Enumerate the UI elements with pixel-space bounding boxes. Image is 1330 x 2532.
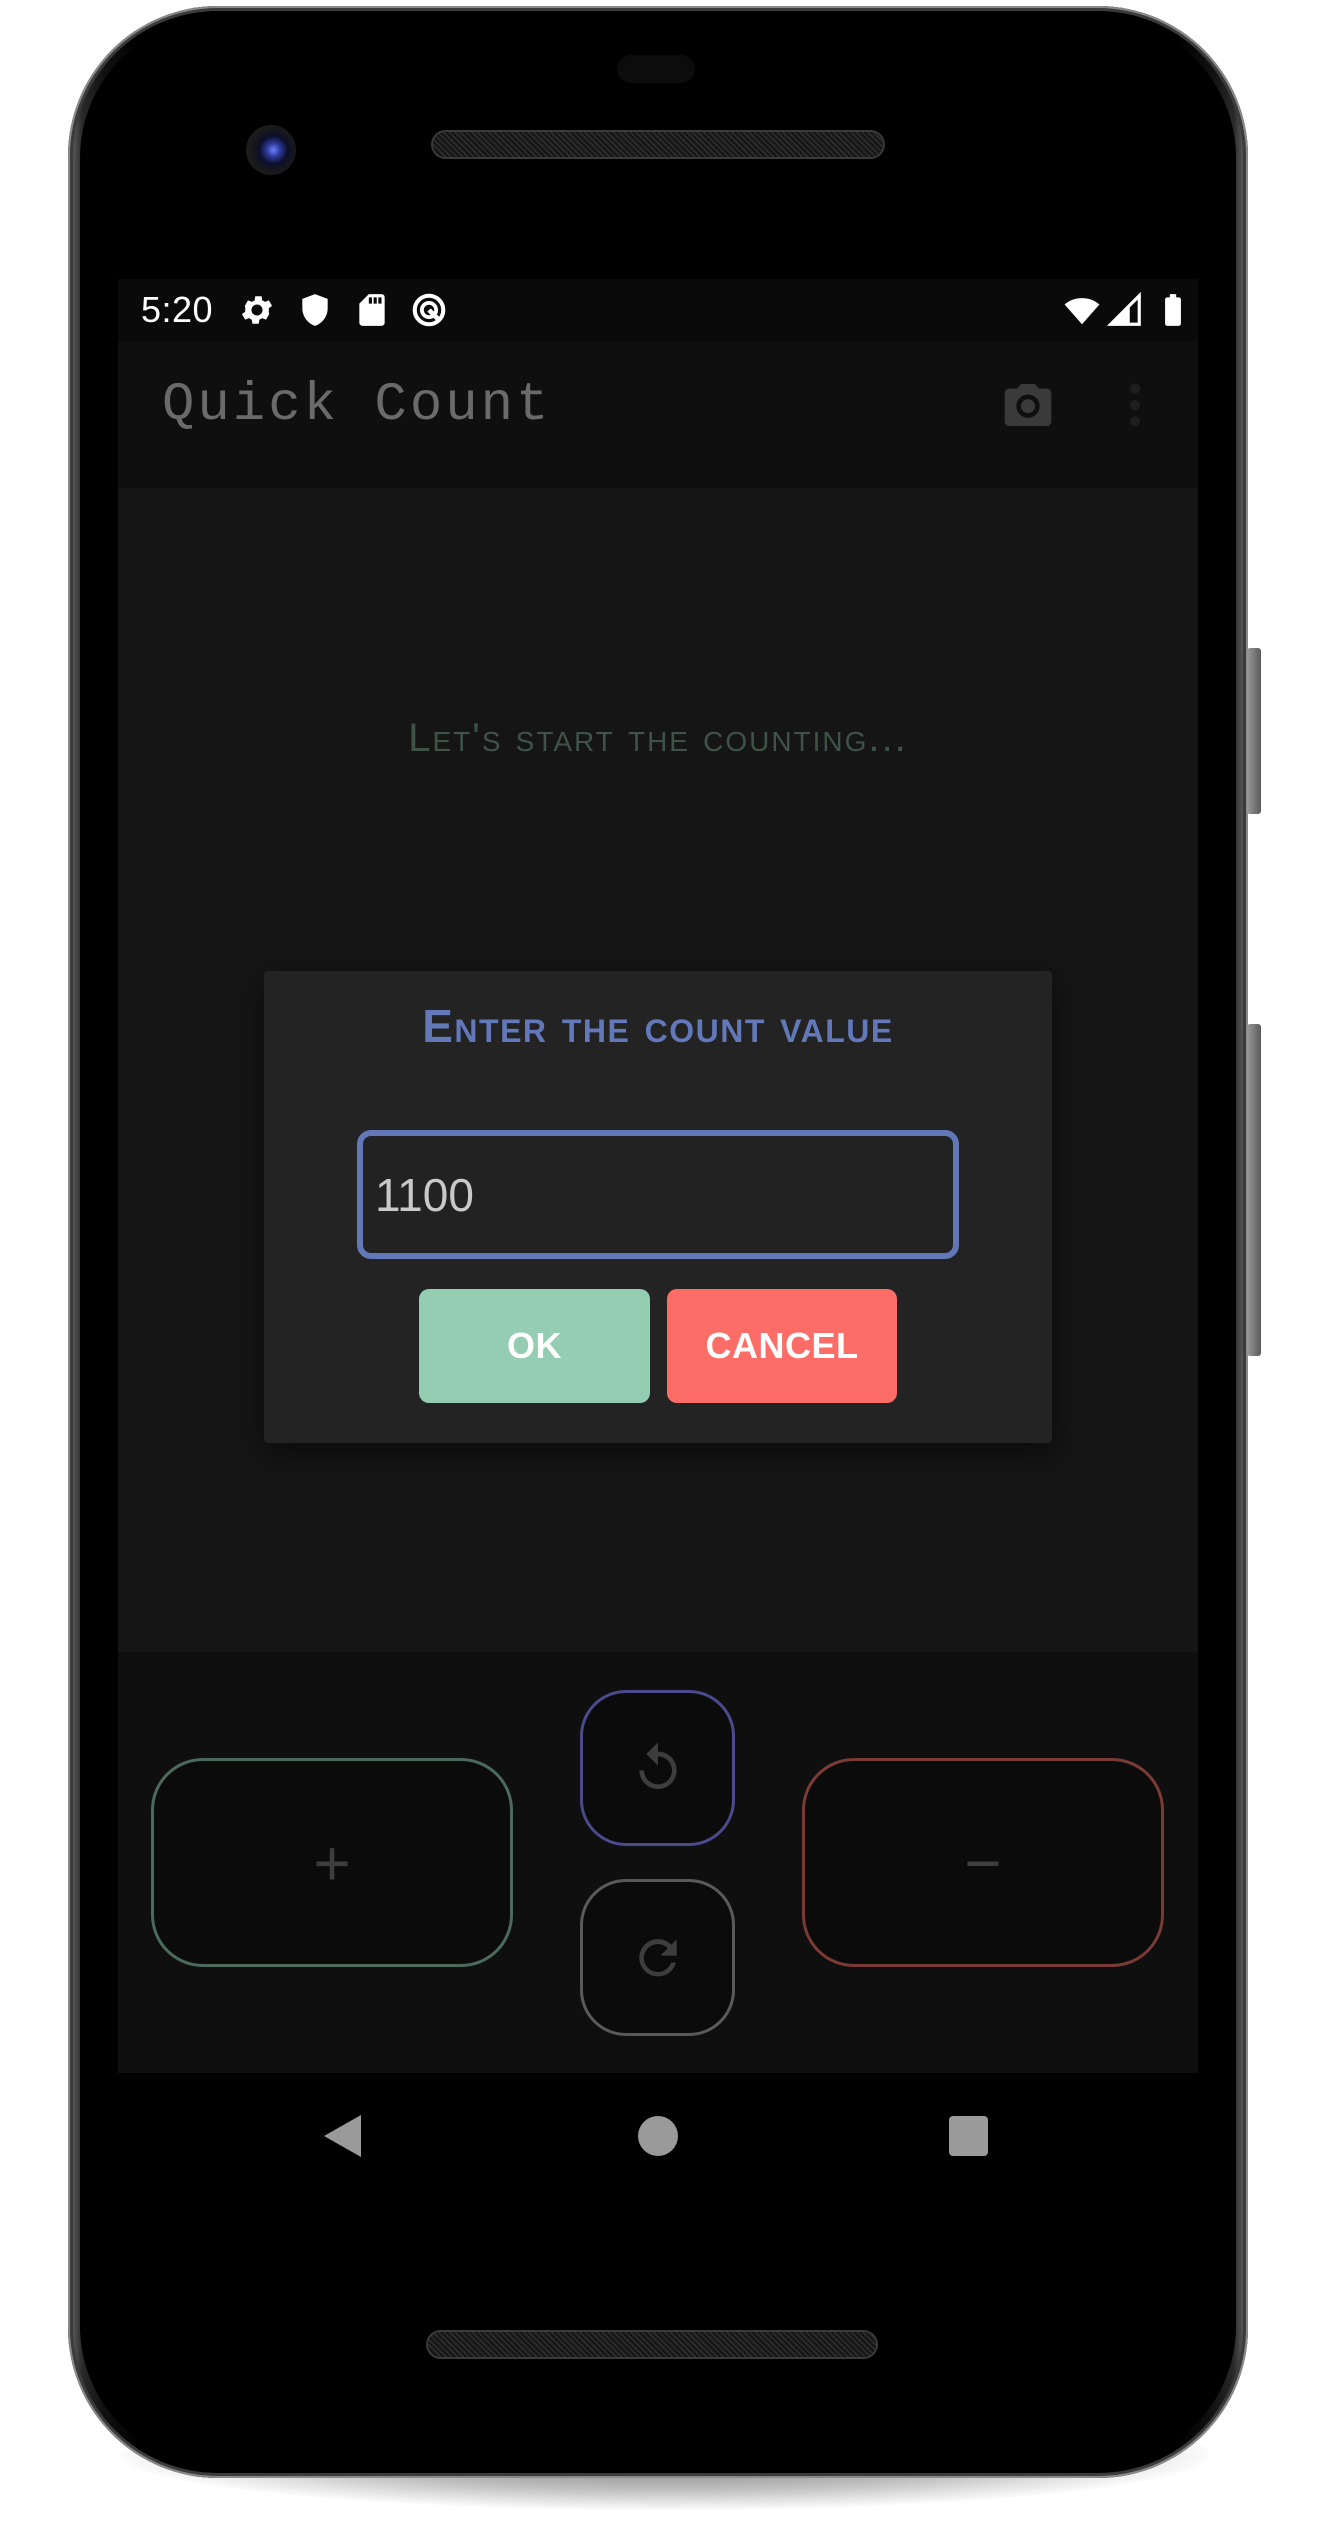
count-value-dialog: Enter the count value OK CANCEL (264, 971, 1052, 1443)
status-bar: 5:20 (118, 279, 1198, 341)
undo-button[interactable] (580, 1690, 735, 1846)
cancel-button[interactable]: CANCEL (667, 1289, 897, 1403)
wifi-icon (1064, 298, 1100, 325)
settings-icon (241, 296, 273, 324)
screen: 5:20 Quick Count Let's start the countin… (118, 279, 1198, 2073)
volume-rocker (1247, 1024, 1261, 1356)
more-vert-icon[interactable] (1120, 377, 1150, 433)
bottom-speaker (428, 2332, 876, 2357)
camera-icon[interactable] (1000, 377, 1056, 433)
decrement-button[interactable]: − (802, 1758, 1164, 1967)
ok-button[interactable]: OK (419, 1289, 650, 1403)
status-time: 5:20 (141, 289, 214, 330)
undo-icon (638, 1742, 677, 1789)
app-title: Quick Count (162, 375, 552, 436)
counting-hint: Let's start the counting... (408, 716, 908, 760)
count-value-input[interactable] (357, 1130, 959, 1259)
proximity-sensor (617, 55, 695, 83)
nav-back-button[interactable] (324, 2115, 361, 2157)
plus-icon: + (313, 1826, 351, 1899)
dialog-title: Enter the count value (422, 1000, 894, 1052)
vpn-q-icon (412, 293, 446, 327)
battery-icon (1165, 294, 1181, 326)
front-camera (246, 125, 296, 175)
increment-button[interactable]: + (151, 1758, 513, 1967)
redo-button[interactable] (580, 1879, 735, 2036)
power-button (1247, 648, 1261, 814)
redo-icon (638, 1938, 677, 1976)
nav-home-button[interactable] (638, 2116, 678, 2156)
sd-card-icon (359, 294, 385, 326)
earpiece-speaker (433, 132, 883, 157)
shield-icon (302, 294, 328, 326)
nav-recents-button[interactable] (949, 2116, 988, 2156)
app-bar: Quick Count (118, 341, 1198, 488)
controls-panel: + − (118, 1652, 1198, 2073)
signal-icon (1106, 291, 1141, 326)
minus-icon: − (964, 1826, 1002, 1899)
